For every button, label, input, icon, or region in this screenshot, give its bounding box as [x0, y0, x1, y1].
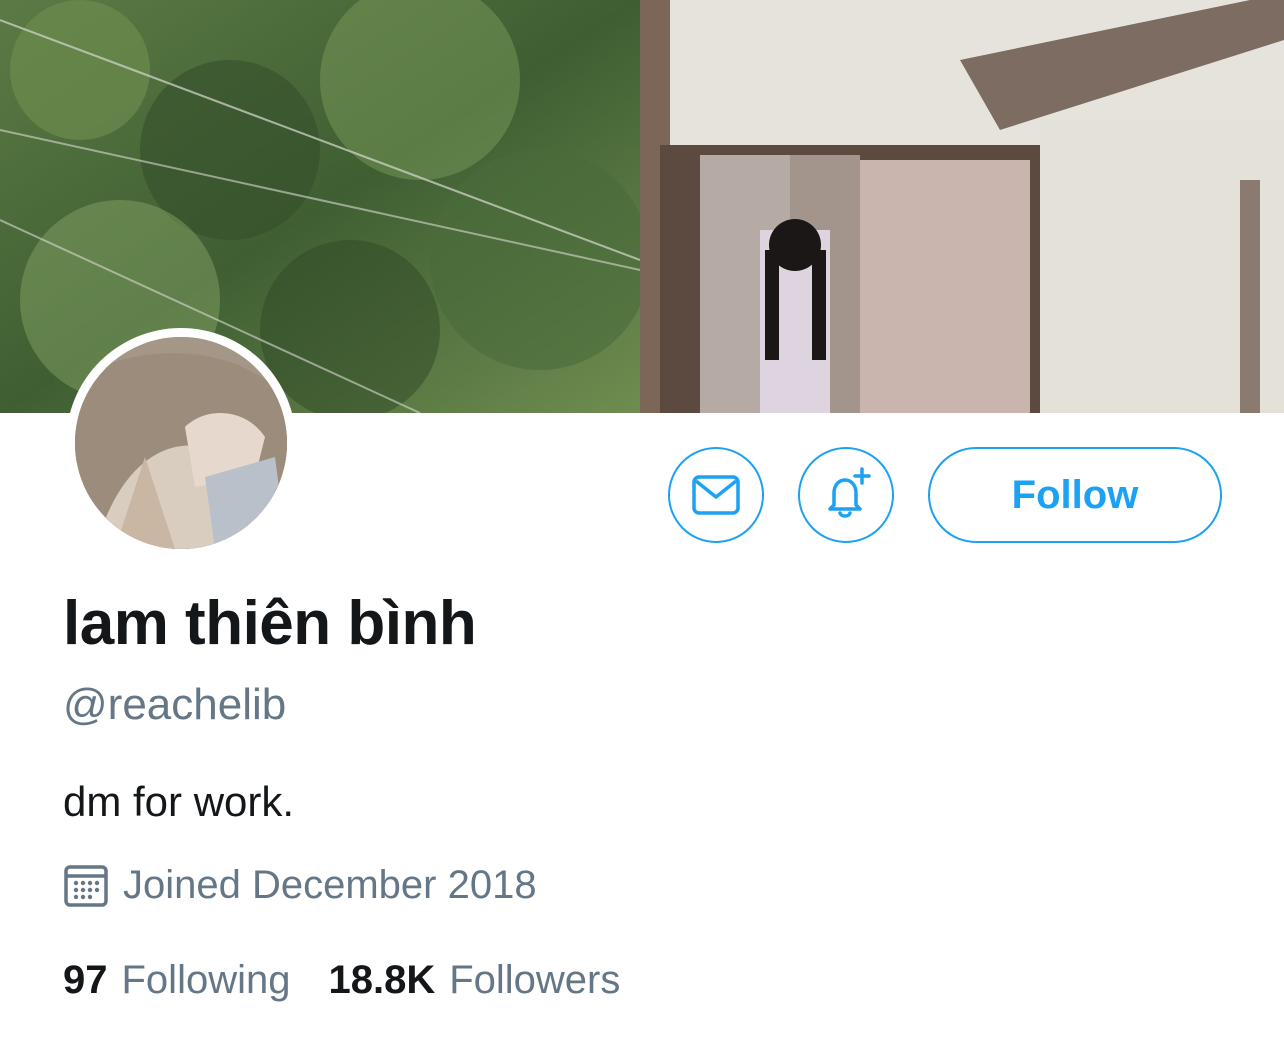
following-count: 97: [63, 958, 108, 1002]
message-button[interactable]: [668, 447, 764, 543]
following-label: Following: [121, 958, 291, 1002]
profile-handle: @reachelib: [63, 680, 287, 729]
joined-date: Joined December 2018: [63, 862, 537, 908]
envelope-icon: [692, 475, 740, 515]
bell-plus-icon: [818, 467, 874, 523]
joined-label: Joined December 2018: [123, 862, 537, 907]
followers-label: Followers: [449, 958, 621, 1002]
avatar-image: [75, 337, 287, 549]
calendar-icon: [63, 862, 109, 908]
follow-button[interactable]: Follow: [928, 447, 1222, 543]
profile-bio: dm for work.: [63, 778, 295, 825]
following-link[interactable]: 97 Following: [63, 958, 290, 1003]
profile-name: lam thiên bình: [63, 589, 477, 658]
notifications-button[interactable]: [798, 447, 894, 543]
avatar[interactable]: [66, 328, 296, 558]
profile-stats: 97 Following 18.8K Followers: [63, 958, 620, 1003]
followers-count: 18.8K: [328, 958, 436, 1002]
followers-link[interactable]: 18.8K Followers: [328, 958, 620, 1003]
